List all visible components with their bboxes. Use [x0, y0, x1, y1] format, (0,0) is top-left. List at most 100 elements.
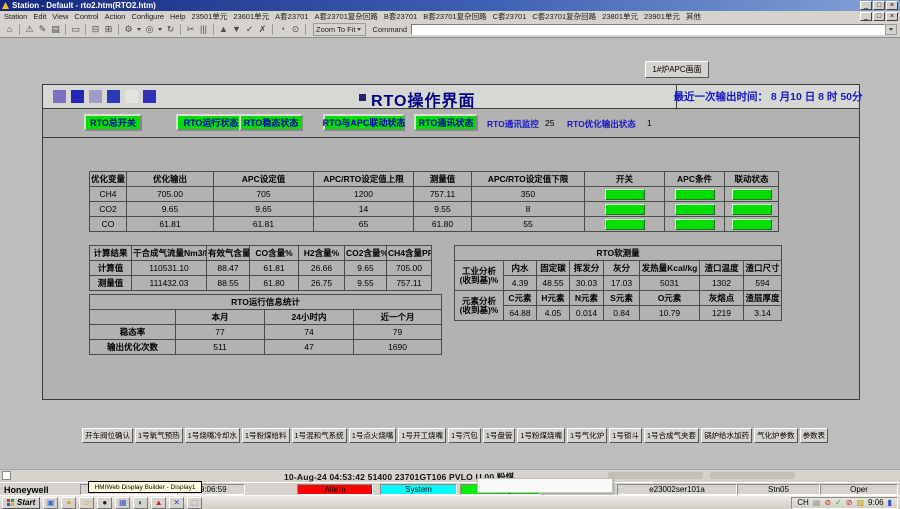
footer-button-ignition-burner[interactable]: 1号点火烧嘴 [349, 428, 397, 443]
footer-button-lock-hopper[interactable]: 1号锁斗 [609, 428, 642, 443]
col-header: 发热量Kcal/kg [640, 261, 700, 276]
footer-button-gasifier[interactable]: 1号气化炉 [567, 428, 607, 443]
rto-comm-status-button[interactable]: RTO通讯状态 [414, 114, 478, 131]
menu-b-23701-loops[interactable]: B套23701复杂回路 [423, 11, 486, 22]
table-row: 4.39 48.55 30.03 17.03 5031 1302 594 [455, 276, 782, 291]
switch-indicator[interactable] [605, 189, 645, 200]
menu-edit[interactable]: Edit [33, 12, 46, 21]
detach-icon[interactable]: ◎ [144, 23, 155, 36]
cancel-icon[interactable]: ✗ [257, 23, 268, 36]
search-icon[interactable]: ⊙ [290, 23, 301, 36]
prev-display-icon[interactable]: ⊟ [90, 23, 101, 36]
footer-button-steam-drum[interactable]: 1号汽包 [448, 428, 481, 443]
quicklaunch-blue-x-app-icon[interactable]: ✕ [169, 497, 184, 509]
quicklaunch-display-monitor-icon[interactable]: ▣ [43, 497, 58, 509]
refresh-icon[interactable]: ↻ [165, 23, 176, 36]
footer-button-coil[interactable]: 1号盘管 [483, 428, 516, 443]
quicklaunch-media-icon[interactable]: ● [97, 497, 112, 509]
child-minimize-button[interactable]: _ [860, 12, 872, 21]
menu-control[interactable]: Control [74, 12, 98, 21]
detach-dropdown-icon[interactable] [158, 28, 162, 31]
switch-indicator[interactable] [605, 204, 645, 215]
table-row: 稳态率 77 74 79 [90, 325, 442, 340]
menu-unit-23601[interactable]: 23601单元 [233, 11, 269, 22]
ack-icon[interactable]: ✎ [37, 23, 48, 36]
menu-c-23701-loops[interactable]: C套23701复杂回路 [532, 11, 596, 22]
footer-button-gasifier-params[interactable]: 气化炉参数 [754, 428, 798, 443]
restore-button[interactable]: □ [873, 1, 885, 10]
menu-c-23701[interactable]: C套23701 [493, 11, 527, 22]
rto-master-switch-button[interactable]: RTO总开关 [84, 114, 142, 131]
quicklaunch-grid-app-icon[interactable]: ▦ [115, 497, 130, 509]
settings-icon[interactable]: ⚙ [123, 23, 134, 36]
system-status-button[interactable]: System [380, 484, 457, 495]
menu-other[interactable]: 其他 [686, 11, 701, 22]
error-icon[interactable]: ⊘ [846, 498, 853, 508]
printer-icon[interactable]: ▤ [813, 498, 821, 508]
footer-button-oxygen-preheat[interactable]: 1号氧气预热 [135, 428, 183, 443]
rto-run-status-button[interactable]: RTO运行状态 [176, 114, 246, 131]
menu-action[interactable]: Action [105, 12, 126, 21]
updates-icon[interactable]: ▨ [856, 498, 864, 508]
minimize-button[interactable]: _ [860, 1, 872, 10]
lower-icon[interactable]: ▼ [231, 23, 242, 36]
menu-unit-23901[interactable]: 23901单元 [644, 11, 680, 22]
network-icon[interactable]: ▮ [888, 498, 892, 508]
footer-button-coal-burner[interactable]: 1号粉煤烧嘴 [517, 428, 565, 443]
window-titlebar[interactable]: Station - Default - rto2.htm(RTO2.htm) _… [0, 0, 900, 11]
menu-help[interactable]: Help [170, 12, 185, 21]
child-restore-button[interactable]: □ [873, 12, 885, 21]
quicklaunch-red-app-icon[interactable]: ▲ [151, 497, 166, 509]
history-icon[interactable]: ◔ [277, 23, 288, 36]
tray-language[interactable]: CH [797, 498, 809, 507]
trend-icon[interactable]: ||| [198, 23, 209, 36]
display-icon[interactable]: ▭ [70, 23, 81, 36]
menu-a-23701[interactable]: A套23701 [275, 11, 308, 22]
footer-button-valve-confirm[interactable]: 开车阀位确认 [82, 428, 133, 443]
menu-b-23701[interactable]: B套23701 [384, 11, 417, 22]
cut-icon[interactable]: ✂ [185, 23, 196, 36]
command-dropdown-button[interactable] [885, 24, 897, 35]
start-button[interactable]: Start [2, 497, 40, 509]
print-icon[interactable]: ▤ [50, 23, 61, 36]
sync-ok-icon[interactable]: ✓ [835, 498, 842, 508]
footer-button-coal-feed[interactable]: 1号粉煤给料 [242, 428, 290, 443]
switch-indicator[interactable] [605, 219, 645, 230]
menu-station[interactable]: Station [4, 12, 27, 21]
close-button[interactable]: × [886, 1, 898, 10]
menu-unit-23801[interactable]: 23801单元 [602, 11, 638, 22]
next-display-icon[interactable]: ⊞ [103, 23, 114, 36]
footer-button-mixed-gas[interactable]: 1号混和气系统 [292, 428, 347, 443]
blocked-icon[interactable]: ⊘ [824, 498, 831, 508]
footer-button-burner-cooling[interactable]: 1号烧嘴冷却水 [185, 428, 240, 443]
footer-button-startup-burner[interactable]: 1号开工烧嘴 [398, 428, 446, 443]
confirm-icon[interactable]: ✓ [244, 23, 255, 36]
zoom-select[interactable]: Zoom To Fit [313, 23, 366, 36]
home-icon[interactable]: ⌂ [4, 23, 15, 36]
raise-icon[interactable]: ▲ [218, 23, 229, 36]
rto-steady-status-button[interactable]: RTO稳态状态 [239, 114, 303, 131]
footer-button-syngas-jacket[interactable]: 1号合成气夹套 [644, 428, 699, 443]
menu-unit-23501[interactable]: 23501单元 [191, 11, 227, 22]
rto-apc-link-status-button[interactable]: RTO与APC联动状态 [323, 114, 405, 131]
alarm-summary-button[interactable]: Alarm [297, 484, 373, 495]
footer-button-param-table[interactable]: 参数表 [800, 428, 829, 443]
furnace1-apc-screen-button[interactable]: 1#炉APC画面 [645, 61, 709, 78]
footer-button-bfw-dosing[interactable]: 锅炉给水加药 [701, 428, 752, 443]
table-row: 测量值 111432.03 88.55 61.80 26.75 9.55 757… [90, 276, 432, 291]
menu-view[interactable]: View [52, 12, 68, 21]
cell: 3.14 [744, 306, 782, 321]
menu-a-23701-loops[interactable]: A套23701复杂回路 [315, 11, 378, 22]
quicklaunch-folder-icon[interactable]: ▱ [79, 497, 94, 509]
child-close-button[interactable]: × [886, 12, 898, 21]
command-input[interactable] [411, 24, 885, 35]
quicklaunch-color-ball-icon[interactable]: ● [61, 497, 76, 509]
alarm-icon[interactable]: ⚠ [24, 23, 35, 36]
title-marker-icon [359, 94, 366, 101]
cell: 110531.10 [132, 261, 207, 276]
quicklaunch-gray-app-icon[interactable]: ▢ [187, 497, 202, 509]
col-header: 联动状态 [725, 172, 779, 187]
quicklaunch-globe-icon[interactable]: ◐ [133, 497, 148, 509]
menu-configure[interactable]: Configure [131, 12, 164, 21]
settings-dropdown-icon[interactable] [137, 28, 141, 31]
